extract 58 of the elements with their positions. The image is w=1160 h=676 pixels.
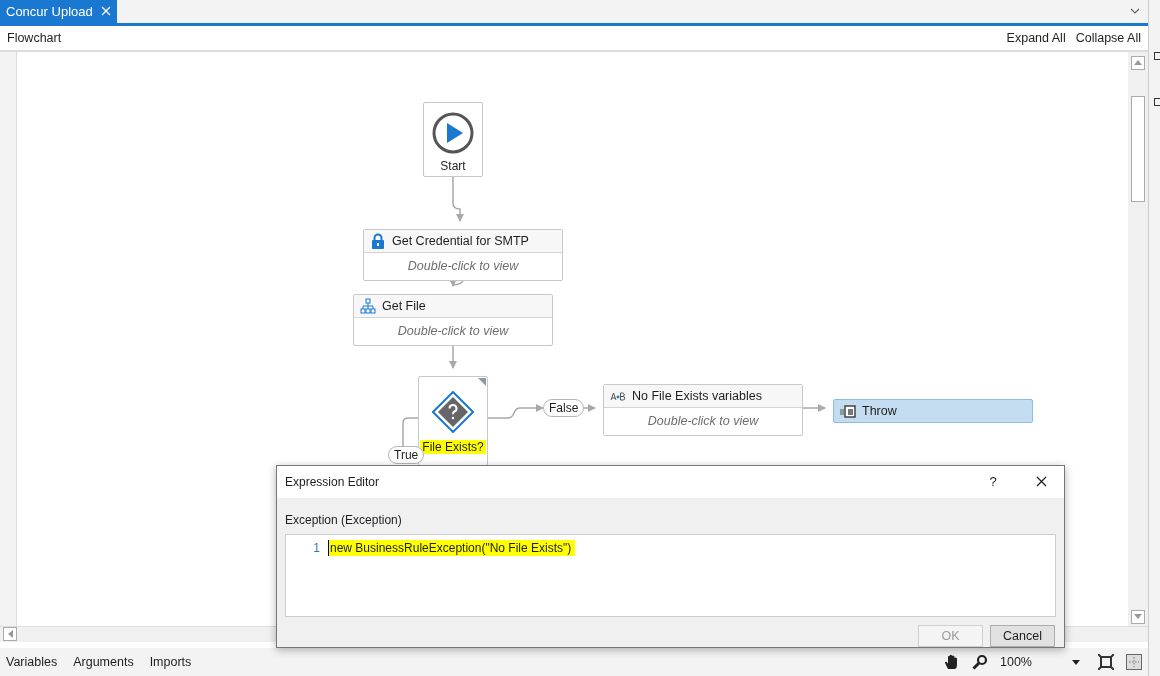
activity-title: No File Exists variables xyxy=(632,388,762,403)
search-icon[interactable] xyxy=(972,654,988,671)
panel-tab[interactable]: Arguments xyxy=(73,655,134,670)
field-label: Exception (Exception) xyxy=(285,512,403,527)
hierarchy-icon xyxy=(360,297,376,314)
designer-title: Flowchart xyxy=(7,30,62,45)
help-button[interactable]: ? xyxy=(968,470,1018,493)
activity-title: Get Credential for SMTP xyxy=(392,233,529,248)
play-icon xyxy=(432,111,474,154)
dialog-title: Expression Editor xyxy=(285,474,381,489)
caret-icon[interactable] xyxy=(1072,659,1080,665)
connector-arrow xyxy=(449,343,457,369)
connector-arrow xyxy=(449,278,464,287)
panel-tab[interactable]: Variables xyxy=(6,655,58,670)
scroll-down-button[interactable] xyxy=(1131,609,1145,624)
decision-node[interactable]: File Exists? xyxy=(418,375,488,466)
connector-arrow xyxy=(802,403,826,412)
close-icon xyxy=(100,6,111,17)
overview-icon[interactable] xyxy=(1126,654,1142,671)
chevron-down-icon[interactable] xyxy=(1130,8,1140,15)
activity-hint: Double-click to view xyxy=(364,251,562,280)
arrow-up-icon xyxy=(1134,60,1142,66)
scroll-left-button[interactable] xyxy=(3,627,17,642)
activity-card[interactable]: Get Credential for SMTP Double-click to view xyxy=(363,228,563,281)
activity-title: Throw xyxy=(862,403,897,418)
arrow-left-icon xyxy=(7,630,13,639)
branch-label: False xyxy=(543,398,585,417)
close-icon[interactable] xyxy=(1035,476,1047,488)
node-label: Start xyxy=(440,158,466,173)
fit-screen-icon[interactable] xyxy=(1098,654,1114,671)
arrow-down-icon xyxy=(1134,614,1142,620)
header-link[interactable]: Collapse All xyxy=(1075,30,1141,45)
zoom-level[interactable]: 100% xyxy=(1000,655,1060,670)
activity-hint: Double-click to view xyxy=(354,316,552,345)
connector-arrow xyxy=(452,175,464,222)
code-editor[interactable]: 1 new BusinessRuleException("No File Exists") xyxy=(285,533,1056,617)
document-tab[interactable]: Concur Upload xyxy=(0,0,117,23)
scrollbar-thumb[interactable] xyxy=(1131,95,1145,202)
activity-card[interactable]: No File Exists variables Double-click to view xyxy=(603,383,803,436)
dialog-button[interactable]: Cancel xyxy=(990,625,1055,647)
lock-icon xyxy=(370,232,386,249)
header-link[interactable]: Expand All xyxy=(1006,30,1066,45)
expander-icon[interactable] xyxy=(1154,98,1160,106)
hand-icon[interactable] xyxy=(944,654,960,671)
activity-card[interactable]: Get File Double-click to view xyxy=(353,293,553,346)
connector-arrow xyxy=(487,403,544,419)
question-diamond-icon xyxy=(432,390,474,433)
throw-icon xyxy=(840,402,856,419)
corner-mark-icon xyxy=(478,377,486,386)
activity-hint: Double-click to view xyxy=(604,406,802,435)
activity-card[interactable]: Throw xyxy=(833,398,1033,423)
expander-icon[interactable] xyxy=(1154,52,1160,60)
node-label: File Exists? xyxy=(420,439,486,454)
line-number: 1 xyxy=(312,540,320,555)
start-node[interactable]: Start xyxy=(423,101,483,177)
panel-tab[interactable]: Imports xyxy=(149,655,192,670)
scroll-up-button[interactable] xyxy=(1131,55,1145,70)
activity-title: Get File xyxy=(382,298,426,313)
